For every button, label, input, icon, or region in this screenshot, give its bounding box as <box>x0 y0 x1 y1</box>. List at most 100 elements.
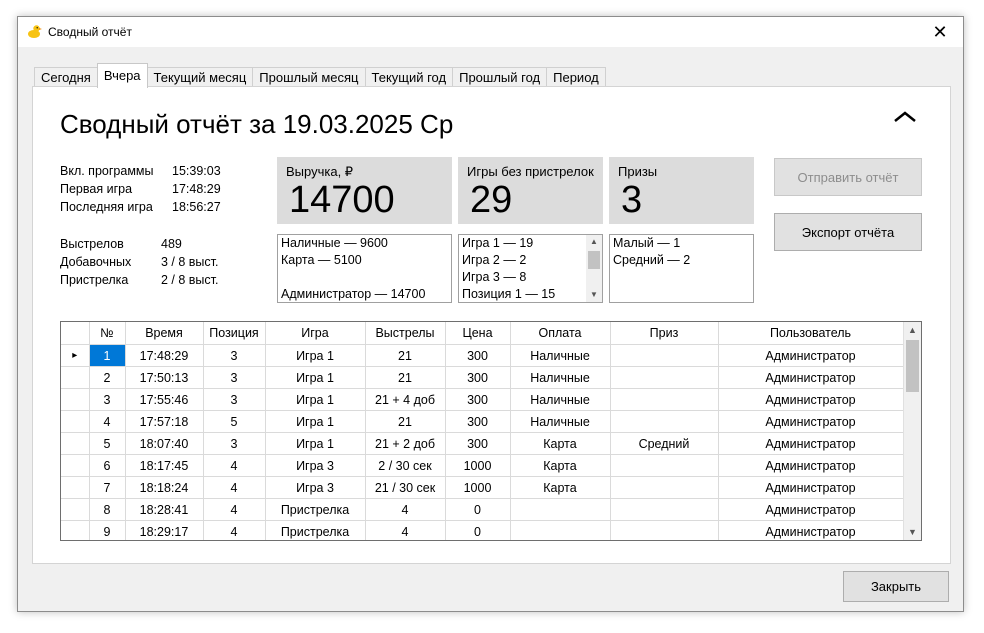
scroll-up-icon[interactable]: ▲ <box>586 235 602 249</box>
table-row[interactable]: 4 17:57:18 5 Игра 1 21 300 Наличные Администрат… <box>61 410 904 433</box>
row-selector[interactable] <box>61 410 90 433</box>
column-header[interactable]: Время <box>125 322 204 345</box>
table-cell[interactable] <box>610 344 719 367</box>
table-cell[interactable]: Администратор <box>718 476 904 499</box>
tab-period[interactable]: Вчера <box>96 63 148 88</box>
scroll-up-icon[interactable]: ▲ <box>904 322 921 338</box>
scroll-thumb[interactable] <box>588 251 600 269</box>
table-cell[interactable]: Наличные <box>510 366 611 389</box>
row-selector[interactable]: ▸ <box>61 344 90 367</box>
table-cell[interactable]: Игра 1 <box>265 388 366 411</box>
table-row[interactable]: 7 18:18:24 4 Игра 3 21 / 30 сек 1000 Карта Адми… <box>61 476 904 499</box>
table-cell[interactable]: 1000 <box>445 454 511 477</box>
table-cell[interactable]: 0 <box>445 498 511 521</box>
table-cell[interactable]: 300 <box>445 388 511 411</box>
table-cell[interactable]: Карта <box>510 454 611 477</box>
table-cell[interactable]: 17:50:13 <box>125 366 204 389</box>
table-cell[interactable]: Игра 3 <box>265 454 366 477</box>
games-details[interactable]: Игра 1 — 19 Игра 2 — 2 Игра 3 — 8 Позици… <box>458 234 603 303</box>
table-cell[interactable]: Игра 1 <box>265 344 366 367</box>
table-cell[interactable]: Карта <box>510 432 611 455</box>
table-cell[interactable]: 4 <box>203 520 266 540</box>
tab-period[interactable]: Текущий год <box>364 67 454 88</box>
table-cell[interactable] <box>510 498 611 521</box>
table-cell[interactable]: Игра 1 <box>265 432 366 455</box>
close-button[interactable]: Закрыть <box>843 571 949 602</box>
row-selector[interactable] <box>61 520 90 540</box>
table-cell[interactable] <box>610 410 719 433</box>
games-details-scrollbar[interactable]: ▲ ▼ <box>586 235 602 302</box>
table-cell[interactable]: 8 <box>89 498 126 521</box>
table-cell[interactable]: 21 <box>365 366 446 389</box>
tab-period[interactable]: Текущий месяц <box>146 67 254 88</box>
column-header[interactable]: Оплата <box>510 322 611 345</box>
table-cell[interactable]: 0 <box>445 520 511 540</box>
table-cell[interactable] <box>610 476 719 499</box>
table-row[interactable]: 5 18:07:40 3 Игра 1 21 + 2 доб 300 Карта Средни… <box>61 432 904 455</box>
table-cell[interactable]: Пристрелка <box>265 498 366 521</box>
table-cell[interactable]: 18:28:41 <box>125 498 204 521</box>
column-header[interactable]: Позиция <box>203 322 266 345</box>
table-cell[interactable]: 4 <box>203 498 266 521</box>
table-cell[interactable]: 21 <box>365 410 446 433</box>
table-cell[interactable]: 4 <box>203 476 266 499</box>
row-selector[interactable] <box>61 498 90 521</box>
table-row[interactable]: ▸ 1 17:48:29 3 Игра 1 21 300 Наличные Администра… <box>61 344 904 367</box>
table-cell[interactable] <box>610 366 719 389</box>
table-cell[interactable]: 21 + 2 доб <box>365 432 446 455</box>
table-cell[interactable]: 1000 <box>445 476 511 499</box>
table-cell[interactable]: Карта <box>510 476 611 499</box>
column-header[interactable]: Пользователь <box>718 322 904 345</box>
close-icon[interactable]: ✕ <box>917 17 963 47</box>
table-cell[interactable]: 4 <box>89 410 126 433</box>
column-header[interactable]: № <box>89 322 126 345</box>
column-header[interactable]: Игра <box>265 322 366 345</box>
table-cell[interactable]: Администратор <box>718 454 904 477</box>
table-cell[interactable]: 2 <box>89 366 126 389</box>
table-cell[interactable]: 18:29:17 <box>125 520 204 540</box>
row-selector[interactable] <box>61 432 90 455</box>
table-cell[interactable]: Игра 1 <box>265 366 366 389</box>
table-cell[interactable]: 3 <box>203 432 266 455</box>
table-cell[interactable]: Администратор <box>718 388 904 411</box>
table-cell[interactable]: 4 <box>365 520 446 540</box>
table-row[interactable]: 6 18:17:45 4 Игра 32 / 30 сек 1000 Карта Админ… <box>61 454 904 477</box>
table-cell[interactable]: 5 <box>203 410 266 433</box>
table-cell[interactable] <box>610 498 719 521</box>
scroll-thumb[interactable] <box>906 340 919 392</box>
table-cell[interactable] <box>610 388 719 411</box>
prizes-details[interactable]: Малый — 1 Средний — 2 <box>609 234 754 303</box>
table-cell[interactable]: 7 <box>89 476 126 499</box>
table-cell[interactable]: 9 <box>89 520 126 540</box>
tab-period[interactable]: Период <box>546 67 606 88</box>
table-cell[interactable] <box>610 454 719 477</box>
table-cell[interactable]: 1 <box>89 344 126 367</box>
table-cell[interactable]: 3 <box>89 388 126 411</box>
table-cell[interactable]: 300 <box>445 432 511 455</box>
tab-period[interactable]: Прошлый месяц <box>252 67 366 88</box>
row-selector[interactable] <box>61 476 90 499</box>
table-row[interactable]: 9 18:29:17 4 Пристрелка 4 0 Администратор <box>61 520 904 540</box>
table-cell[interactable]: 300 <box>445 344 511 367</box>
table-cell[interactable]: 3 <box>203 366 266 389</box>
table-cell[interactable]: 21 + 4 доб <box>365 388 446 411</box>
table-cell[interactable]: 4 <box>203 454 266 477</box>
table-cell[interactable]: 2 / 30 сек <box>365 454 446 477</box>
scroll-down-icon[interactable]: ▼ <box>586 288 602 302</box>
table-cell[interactable]: Наличные <box>510 410 611 433</box>
table-cell[interactable]: 21 / 30 сек <box>365 476 446 499</box>
table-cell[interactable]: Наличные <box>510 344 611 367</box>
table-cell[interactable]: 4 <box>365 498 446 521</box>
export-report-button[interactable]: Экспорт отчёта <box>774 213 922 251</box>
table-cell[interactable]: 17:57:18 <box>125 410 204 433</box>
table-row[interactable]: 2 17:50:13 3 Игра 1 21 300 Наличные Администрат… <box>61 366 904 389</box>
scroll-down-icon[interactable]: ▼ <box>904 524 921 540</box>
table-cell[interactable]: Игра 3 <box>265 476 366 499</box>
tab-period[interactable]: Сегодня <box>34 67 98 88</box>
table-cell[interactable]: Администратор <box>718 410 904 433</box>
table-cell[interactable]: 6 <box>89 454 126 477</box>
table-cell[interactable]: 300 <box>445 410 511 433</box>
revenue-details[interactable]: Наличные — 9600 Карта — 5100 Администрат… <box>277 234 452 303</box>
table-cell[interactable]: 300 <box>445 366 511 389</box>
tab-period[interactable]: Прошлый год <box>452 67 548 88</box>
